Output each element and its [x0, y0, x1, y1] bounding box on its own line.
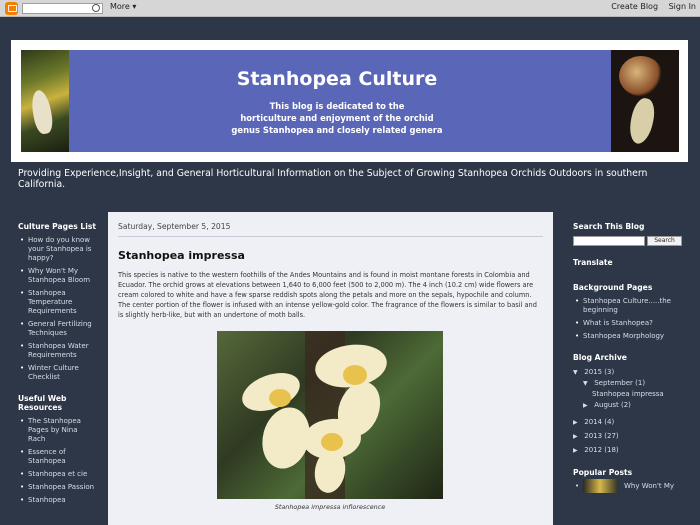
archive-count: (27)	[604, 432, 619, 440]
web-resources-widget: Useful Web Resources The Stanhopea Pages…	[18, 394, 96, 505]
archive-month-august[interactable]: ▶ August (2)	[573, 400, 683, 411]
archive-month-label[interactable]: September	[594, 379, 633, 387]
archive-count: (4)	[604, 418, 615, 426]
header-frame: Stanhopea Culture This blog is dedicated…	[11, 40, 688, 162]
blog-search: Search	[573, 236, 683, 246]
post-body: This species is native to the western fo…	[118, 271, 537, 319]
widget-title: Culture Pages List	[18, 222, 96, 231]
flower-center	[343, 365, 367, 385]
triangle-right-icon[interactable]: ▶	[583, 400, 592, 411]
subtitle-line: genus Stanhopea and closely related gene…	[231, 125, 443, 135]
triangle-down-icon[interactable]: ▼	[573, 367, 582, 378]
culture-page-link[interactable]: Why Won't My Stanhopea Bloom	[18, 267, 96, 285]
culture-page-link[interactable]: General Fertilizing Techniques	[18, 320, 96, 338]
archive-count: (3)	[604, 368, 615, 376]
popular-post-title[interactable]: Why Won't My	[624, 482, 674, 490]
archive-post-link[interactable]: Stanhopea impressa	[573, 389, 683, 400]
archive-count: (18)	[604, 446, 619, 454]
background-page-link[interactable]: What is Stanhopea?	[573, 319, 683, 328]
archive-year-label[interactable]: 2015	[584, 368, 602, 376]
background-pages-widget: Background Pages Stanhopea Culture.....t…	[573, 283, 683, 341]
search-icon[interactable]	[92, 4, 100, 12]
photo-caption: Stanhopea impressa inflorescence	[274, 503, 386, 511]
resource-link[interactable]: Stanhopea et cie	[18, 470, 96, 479]
triangle-right-icon[interactable]: ▶	[573, 445, 582, 456]
right-sidebar: Search This Blog Search Translate Backgr…	[573, 222, 683, 506]
background-page-link[interactable]: Stanhopea Morphology	[573, 332, 683, 341]
resource-link[interactable]: The Stanhopea Pages by Nina Rach	[18, 417, 96, 444]
subtitle-line: This blog is dedicated to the	[269, 101, 405, 111]
blog-title[interactable]: Stanhopea Culture	[77, 68, 597, 90]
post-title[interactable]: Stanhopea impressa	[118, 249, 543, 262]
widget-title: Useful Web Resources	[18, 394, 67, 412]
widget-title: Popular Posts	[573, 468, 633, 477]
header-banner[interactable]: Stanhopea Culture This blog is dedicated…	[21, 50, 679, 152]
popular-posts-widget: Popular Posts • Why Won't My	[573, 468, 683, 494]
flower-center	[269, 389, 291, 407]
widget-title: Translate	[573, 258, 613, 267]
triangle-right-icon[interactable]: ▶	[573, 431, 582, 442]
archive-year-2015[interactable]: ▼ 2015 (3)	[573, 367, 683, 378]
archive-count: (1)	[635, 379, 646, 387]
create-blog-link[interactable]: Create Blog	[611, 2, 658, 11]
resource-link[interactable]: Stanhopea	[18, 496, 96, 505]
archive-month-label[interactable]: August	[594, 401, 619, 409]
blogger-navbar: More ▾ Create Blog Sign In	[0, 0, 700, 17]
culture-pages-widget: Culture Pages List How do you know your …	[18, 222, 96, 382]
post-date: Saturday, September 5, 2015	[118, 222, 543, 237]
translate-widget: Translate	[573, 258, 683, 267]
culture-page-link[interactable]: Stanhopea Water Requirements	[18, 342, 96, 360]
archive-count: (2)	[620, 401, 631, 409]
popular-post-item[interactable]: • Why Won't My	[573, 479, 683, 494]
resource-link[interactable]: Stanhopea Passion	[18, 483, 96, 492]
archive-year-label[interactable]: 2014	[584, 418, 602, 426]
orchid-inflorescence-photo[interactable]	[217, 331, 443, 499]
blogger-logo-icon[interactable]	[5, 2, 18, 15]
bullet-icon: •	[575, 482, 580, 490]
resource-link[interactable]: Essence of Stanhopea	[18, 448, 96, 466]
blog-subtitle: This blog is dedicated to the horticultu…	[77, 100, 597, 136]
orchid-photo-right	[611, 50, 679, 152]
culture-page-link[interactable]: Stanhopea Temperature Requirements	[18, 289, 96, 316]
search-button[interactable]: Search	[647, 236, 682, 246]
more-menu[interactable]: More ▾	[110, 2, 136, 11]
widget-title: Search This Blog	[573, 222, 645, 231]
widget-title: Blog Archive	[573, 353, 627, 362]
left-sidebar: Culture Pages List How do you know your …	[18, 222, 96, 517]
orchid-photo-left	[21, 50, 69, 152]
sign-in-link[interactable]: Sign In	[669, 2, 696, 11]
archive-year-2012[interactable]: ▶ 2012 (18)	[573, 445, 683, 456]
blog-archive-widget: Blog Archive ▼ 2015 (3) ▼ September (1) …	[573, 353, 683, 456]
archive-year-label[interactable]: 2013	[584, 432, 602, 440]
culture-page-link[interactable]: How do you know your Stanhopea is happy?	[18, 236, 96, 263]
triangle-down-icon[interactable]: ▼	[583, 378, 592, 389]
culture-page-link[interactable]: Winter Culture Checklist	[18, 364, 96, 382]
archive-year-label[interactable]: 2012	[584, 446, 602, 454]
archive-year-2014[interactable]: ▶ 2014 (4)	[573, 417, 683, 428]
subtitle-line: horticulture and enjoyment of the orchid	[240, 113, 434, 123]
archive-year-2013[interactable]: ▶ 2013 (27)	[573, 431, 683, 442]
post-column: Saturday, September 5, 2015 Stanhopea im…	[108, 212, 553, 525]
blog-description: Providing Experience,Insight, and Genera…	[18, 168, 648, 190]
navbar-search-input[interactable]	[22, 3, 103, 14]
flower-center	[321, 433, 343, 451]
blog-search-input[interactable]	[573, 236, 645, 246]
background-page-link[interactable]: Stanhopea Culture.....the beginning	[573, 297, 683, 315]
popular-post-thumbnail[interactable]	[583, 479, 617, 493]
widget-title: Background Pages	[573, 283, 653, 292]
archive-month-september[interactable]: ▼ September (1)	[573, 378, 683, 389]
triangle-right-icon[interactable]: ▶	[573, 417, 582, 428]
navbar-right-links: Create Blog Sign In	[603, 2, 696, 11]
